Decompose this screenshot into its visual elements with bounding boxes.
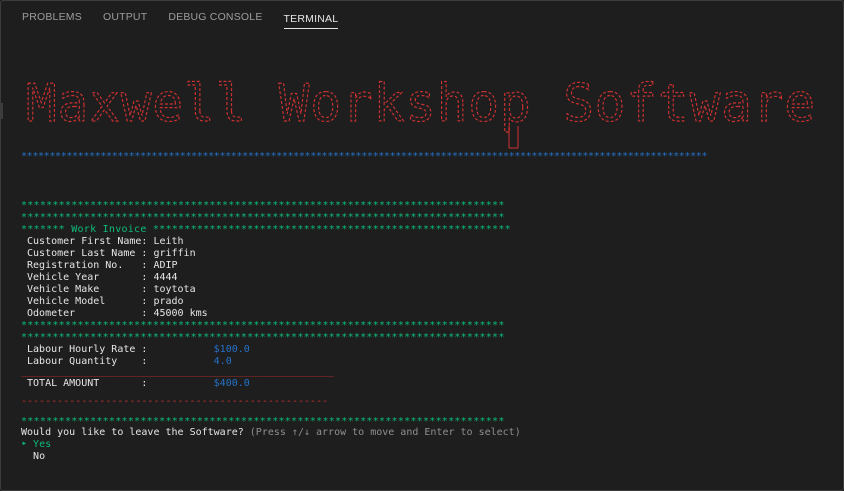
tab-terminal[interactable]: TERMINAL [283,2,339,29]
total-value: $400.0 [213,378,250,389]
field-label: Vehicle Year : [21,272,148,283]
field-row: Customer Last Name : griffin [21,248,196,260]
field-value: 4444 [147,272,178,283]
field-label: Vehicle Model : [21,296,148,307]
terminal-output[interactable]: Maxwell Workshop Software **************… [21,38,844,491]
prompt-question: Would you like to leave the Software? [21,427,244,438]
field-label: Customer Last Name : [21,248,148,259]
field-value: griffin [147,248,196,259]
total-row: TOTAL AMOUNT : $400.0 [21,378,250,390]
field-value: toytota [147,284,196,295]
field-value: prado [147,296,184,307]
field-row: Vehicle Make : toytota [21,284,196,296]
field-label: Customer First Name: [21,236,148,247]
tab-problems[interactable]: PROBLEMS [22,0,82,30]
field-label: Odometer : [21,308,148,319]
option-label: Yes [33,439,52,450]
dash-separator: ----------------------------------------… [21,396,329,407]
field-label: Vehicle Make : [21,284,148,295]
field-value: ADIP [147,260,178,271]
blue-separator: ****************************************… [21,151,708,162]
prompt-line: Would you like to leave the Software? (P… [21,427,521,439]
sash-handle[interactable] [0,103,3,119]
field-row: Odometer : 45000 kms [21,308,208,320]
ascii-banner: Maxwell Workshop Software [25,73,816,149]
invoice-header: ******* Work Invoice *******************… [21,224,511,235]
field-value: $100.0 [213,344,250,355]
field-row: Vehicle Year : 4444 [21,272,178,284]
field-value: Leith [147,236,184,247]
field-row: Vehicle Model : prado [21,296,184,308]
prompt-hint: (Press ↑/↓ arrow to move and Enter to se… [243,427,521,438]
field-label: Registration No. : [21,260,148,271]
panel-tab-bar: PROBLEMS OUTPUT DEBUG CONSOLE TERMINAL [0,0,844,30]
field-value: 45000 kms [147,308,208,319]
tab-debug-console[interactable]: DEBUG CONSOLE [168,0,262,30]
green-separator: ****************************************… [21,332,505,343]
green-separator: ****************************************… [21,320,505,331]
banner-text: Maxwell Workshop Software [26,74,816,134]
labour-rate-row: Labour Hourly Rate : $100.0 [21,344,250,356]
green-separator: ****************************************… [21,212,505,223]
option-label: No [33,451,46,462]
field-label: TOTAL AMOUNT : [21,378,214,389]
green-separator: ****************************************… [21,200,505,211]
option-no[interactable]: No [21,451,45,463]
field-row: Registration No. : ADIP [21,260,178,272]
tab-output[interactable]: OUTPUT [103,0,147,30]
field-row: Customer First Name: Leith [21,236,184,248]
pointer-icon: ‣ [21,439,34,450]
option-yes[interactable]: ‣ Yes [21,439,51,451]
field-label: Labour Hourly Rate : [21,344,214,355]
underline-separator: ________________________________________… [21,366,335,377]
